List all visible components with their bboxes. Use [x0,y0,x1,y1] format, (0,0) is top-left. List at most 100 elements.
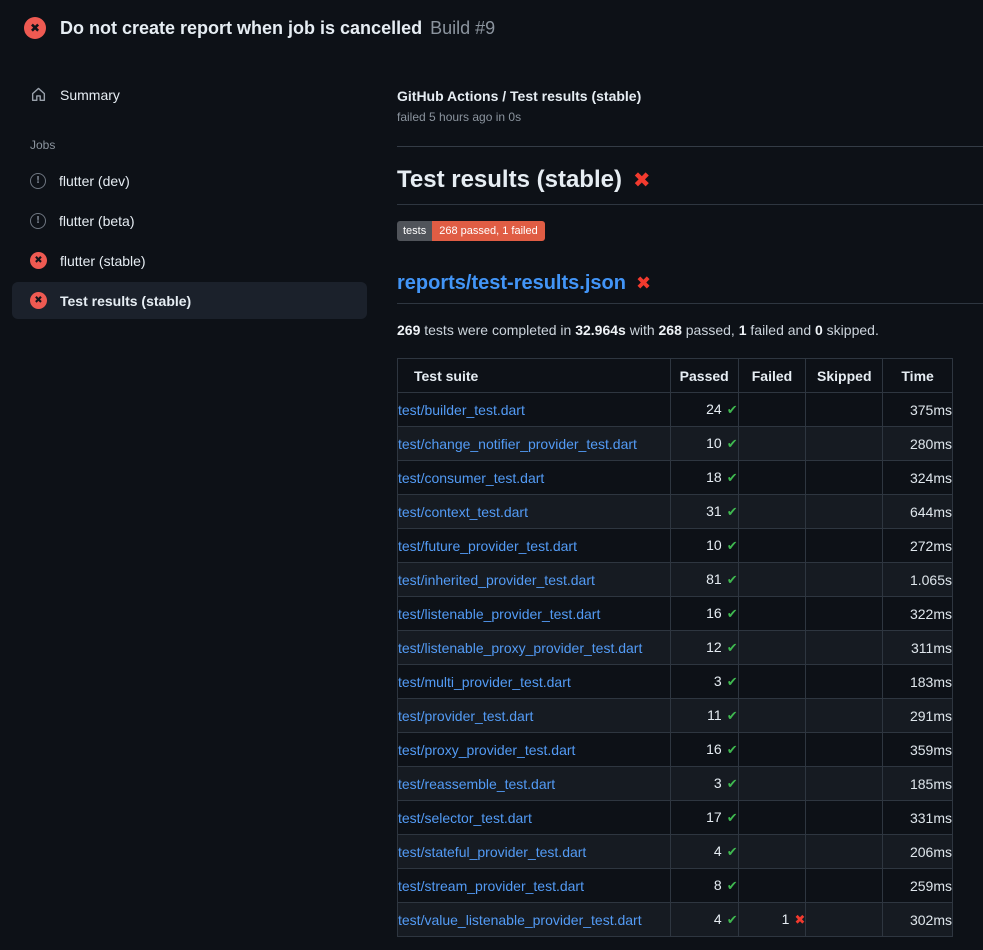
sidebar-item-test-results-stable[interactable]: ✖ Test results (stable) [12,282,367,319]
test-suite-link[interactable]: test/context_test.dart [398,504,528,520]
time-cell: 183ms [883,665,953,699]
test-suite-link[interactable]: test/value_listenable_provider_test.dart [398,912,642,928]
failed-count-cell [738,427,806,461]
failed-count: 1 [782,911,790,927]
passed-count-cell: 17 ✔ [670,801,738,835]
passed-count: 16 [706,605,722,621]
skipped-count-cell [806,767,883,801]
badge-label: tests [397,221,432,241]
check-icon: ✔ [727,879,738,894]
sidebar-item-flutter-stable[interactable]: ✖ flutter (stable) [12,242,367,279]
skipped-count-cell [806,393,883,427]
table-row: test/inherited_provider_test.dart81✔1.06… [398,563,953,597]
time-cell: 324ms [883,461,953,495]
table-row: test/listenable_provider_test.dart16✔322… [398,597,953,631]
column-header-time: Time [883,359,953,393]
passed-count-cell: 24✔ [670,393,738,427]
passed-count-cell: 3✔ [670,665,738,699]
passed-count: 24 [706,401,722,417]
job-label: flutter (stable) [60,253,146,269]
test-table-body: test/builder_test.dart24✔375mstest/chang… [398,393,953,937]
test-suite-cell: test/future_provider_test.dart [398,529,671,563]
failed-x-circle-icon: ✖ [24,17,46,39]
table-row: test/reassemble_test.dart3✔185ms [398,767,953,801]
passed-count: 81 [706,571,722,587]
table-row: test/stream_provider_test.dart8✔259ms [398,869,953,903]
skipped-count-cell [806,869,883,903]
passed-count-cell: 12✔ [670,631,738,665]
skipped-count-cell [806,427,883,461]
test-suite-cell: test/builder_test.dart [398,393,671,427]
time-cell: 291ms [883,699,953,733]
badge-value: 268 passed, 1 failed [432,221,544,241]
passed-count-cell: 4✔ [670,835,738,869]
passed-count: 8 [714,877,722,893]
test-suite-link[interactable]: test/change_notifier_provider_test.dart [398,436,637,452]
report-file-link[interactable]: reports/test-results.json ✖ [397,272,983,304]
test-suite-link[interactable]: test/selector_test.dart [398,810,532,826]
jobs-heading: Jobs [30,138,367,152]
time-cell: 359ms [883,733,953,767]
check-icon: ✔ [727,471,738,486]
passed-count: 4 [714,843,722,859]
table-row: test/context_test.dart31✔644ms [398,495,953,529]
failed-count-cell [738,631,806,665]
table-row: test/stateful_provider_test.dart4✔206ms [398,835,953,869]
table-row: test/change_notifier_provider_test.dart1… [398,427,953,461]
sidebar-item-flutter-dev[interactable]: ! flutter (dev) [12,162,367,199]
passed-count-cell: 16✔ [670,597,738,631]
failed-count-cell [738,699,806,733]
cross-mark-icon: ✖ [633,168,651,192]
sidebar: Summary Jobs ! flutter (dev) ! flutter (… [0,56,381,950]
time-cell: 311ms [883,631,953,665]
table-row: test/builder_test.dart 24✔ 375ms [398,393,953,427]
test-suite-link[interactable]: test/stateful_provider_test.dart [398,844,586,860]
failed-count-cell [738,835,806,869]
run-status-text: failed 5 hours ago in 0s [397,110,983,124]
time-cell: 375ms [883,393,953,427]
test-suite-link[interactable]: test/proxy_provider_test.dart [398,742,575,758]
check-icon: ✔ [727,437,738,452]
test-suite-link[interactable]: test/stream_provider_test.dart [398,878,584,894]
time-cell: 185ms [883,767,953,801]
summary-sentence: 269 tests were completed in 32.964s with… [397,322,983,338]
passed-count-cell: 18 ✔ [670,461,738,495]
test-suite-link[interactable]: test/multi_provider_test.dart [398,674,571,690]
failed-count-cell [738,529,806,563]
test-suite-link[interactable]: test/consumer_test.dart [398,470,544,486]
check-icon: ✔ [727,675,738,690]
check-icon: ✔ [727,811,738,826]
job-label: flutter (beta) [59,213,134,229]
passed-count: 18 [706,469,722,485]
test-results-table: Test suite Passed Failed Skipped Time te… [397,358,953,937]
failed-x-circle-icon: ✖ [30,292,47,309]
sidebar-summary-label: Summary [60,87,120,103]
check-icon: ✔ [727,539,738,554]
sidebar-item-flutter-beta[interactable]: ! flutter (beta) [12,202,367,239]
header-divider [397,146,983,147]
column-header-skipped: Skipped [806,359,883,393]
failed-count-cell [738,733,806,767]
job-label: flutter (dev) [59,173,130,189]
time-cell: 331ms [883,801,953,835]
test-suite-link[interactable]: test/future_provider_test.dart [398,538,577,554]
passed-count: 3 [714,673,722,689]
test-suite-link[interactable]: test/builder_test.dart [398,402,525,418]
skipped-count-cell [806,699,883,733]
test-suite-link[interactable]: test/inherited_provider_test.dart [398,572,595,588]
test-suite-link[interactable]: test/listenable_provider_test.dart [398,606,600,622]
test-suite-link[interactable]: test/reassemble_test.dart [398,776,555,792]
table-row: test/future_provider_test.dart10✔272ms [398,529,953,563]
passed-count-cell: 31✔ [670,495,738,529]
breadcrumb: GitHub Actions / Test results (stable) [397,88,983,104]
main-content: GitHub Actions / Test results (stable) f… [381,56,983,950]
failed-count-cell [738,393,806,427]
failed-count-cell [738,801,806,835]
skipped-count-cell [806,733,883,767]
test-suite-link[interactable]: test/provider_test.dart [398,708,533,724]
table-header-row: Test suite Passed Failed Skipped Time [398,359,953,393]
passed-count: 17 [706,809,722,825]
test-suite-link[interactable]: test/listenable_proxy_provider_test.dart [398,640,642,656]
column-header-passed: Passed [670,359,738,393]
sidebar-item-summary[interactable]: Summary [12,76,367,113]
